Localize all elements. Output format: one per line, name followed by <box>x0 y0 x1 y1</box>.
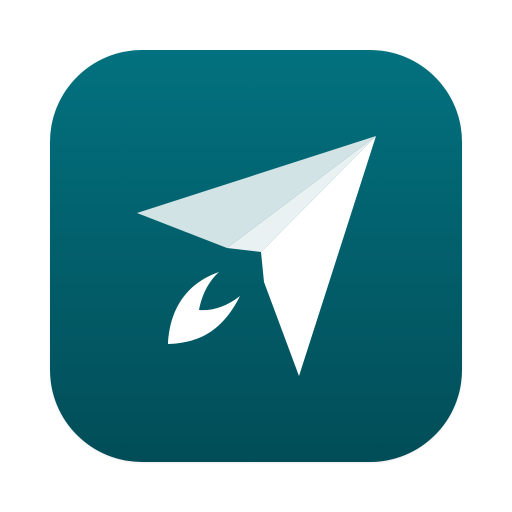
app-icon[interactable] <box>50 50 462 462</box>
app-icon-graphic <box>50 50 462 462</box>
app-icon-background <box>50 50 462 462</box>
icon-canvas <box>0 0 512 512</box>
